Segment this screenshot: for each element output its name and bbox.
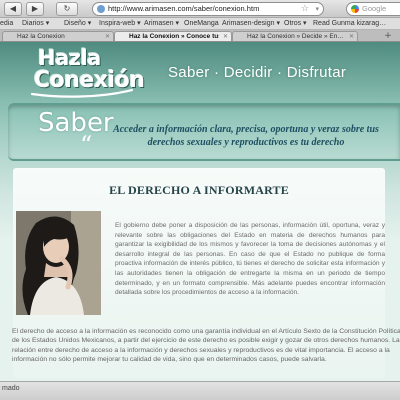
site-tagline: Saber · Decidir · Disfrutar — [168, 64, 347, 81]
tab-label: Haz la Conexion — [17, 33, 65, 40]
logo-line-1: Hazla — [38, 46, 101, 70]
site-favicon-icon — [97, 5, 105, 13]
bookmark-item[interactable]: Diarios ▾ — [22, 18, 49, 29]
browser-toolbar: ◀ ▶ ↻ http://www.arimasen.com/saber/cone… — [0, 0, 400, 18]
bookmark-star-icon[interactable]: ☆ — [301, 3, 309, 15]
site-header: Hazla Conexión Saber · Decidir · Disfrut… — [0, 42, 400, 104]
quote-icon: “ — [80, 131, 93, 159]
saber-banner: Saber “ Acceder a información clara, pre… — [8, 103, 400, 161]
bookmark-item[interactable]: Arimasen-design ▾ — [222, 18, 280, 29]
bookmark-item[interactable]: Otros ▾ — [284, 18, 307, 29]
search-bar[interactable]: Google — [346, 2, 400, 16]
tab-label: Haz la Conexion » Conoce tus d… — [129, 33, 219, 40]
portrait-illustration — [16, 211, 101, 315]
bookmark-item[interactable]: OneManga — [184, 18, 219, 29]
tab-strip: Haz la Conexion ✕ Haz la Conexion » Cono… — [0, 30, 400, 42]
saber-statement: Acceder a información clara, precisa, op… — [113, 124, 379, 148]
article-card: EL DERECHO A INFORMARTE El gobierno debe… — [12, 168, 400, 378]
tab-label: Haz la Conexion » Decide » En… — [247, 33, 344, 40]
history-dropdown-icon[interactable]: ▾ — [315, 3, 319, 15]
forward-button[interactable]: ▶ — [26, 2, 44, 16]
close-icon[interactable]: ✕ — [223, 32, 228, 41]
reload-icon: ↻ — [63, 4, 71, 13]
tab-haz-la-conexion[interactable]: Haz la Conexion ✕ — [2, 31, 114, 41]
url-text[interactable]: http://www.arimasen.com/saber/conexion.h… — [108, 3, 259, 15]
woman-portrait-image — [16, 211, 101, 315]
close-icon[interactable]: ✕ — [105, 32, 110, 41]
web-page: Hazla Conexión Saber · Decidir · Disfrut… — [0, 42, 400, 381]
article-title: EL DERECHO A INFORMARTE — [109, 183, 289, 197]
bookmark-item[interactable]: edia — [0, 18, 13, 29]
bookmark-item[interactable]: Read Gunma kizarag… — [313, 18, 386, 29]
forward-arrow-icon: ▶ — [31, 4, 39, 13]
back-button[interactable]: ◀ — [4, 2, 22, 16]
article-paragraph: El gobierno debe poner a disposición de … — [115, 222, 385, 297]
bookmarks-bar: edia Diarios ▾ Diseño ▾ Inspira-web ▾ Ar… — [0, 18, 400, 30]
bookmark-item[interactable]: Arimasen ▾ — [144, 18, 179, 29]
search-input[interactable]: Google — [362, 3, 386, 15]
reload-button[interactable]: ↻ — [56, 2, 78, 16]
article-paragraph: El derecho de acceso a la información es… — [12, 328, 400, 364]
new-tab-button[interactable]: + — [381, 31, 395, 41]
logo-swirl-icon — [30, 88, 134, 98]
bookmark-item[interactable]: Inspira-web ▾ — [99, 18, 141, 29]
status-bar: mado — [0, 381, 400, 400]
bookmark-item[interactable]: Diseño ▾ — [64, 18, 91, 29]
close-icon[interactable]: ✕ — [349, 32, 354, 41]
status-text: mado — [2, 385, 20, 392]
back-arrow-icon: ◀ — [9, 4, 17, 13]
tab-conoce-tus-derechos[interactable]: Haz la Conexion » Conoce tus d… ✕ — [114, 31, 232, 41]
search-engine-icon[interactable] — [351, 5, 359, 13]
address-bar[interactable]: http://www.arimasen.com/saber/conexion.h… — [92, 2, 324, 16]
plus-icon: + — [384, 31, 392, 41]
tab-decide[interactable]: Haz la Conexion » Decide » En… ✕ — [232, 31, 358, 41]
